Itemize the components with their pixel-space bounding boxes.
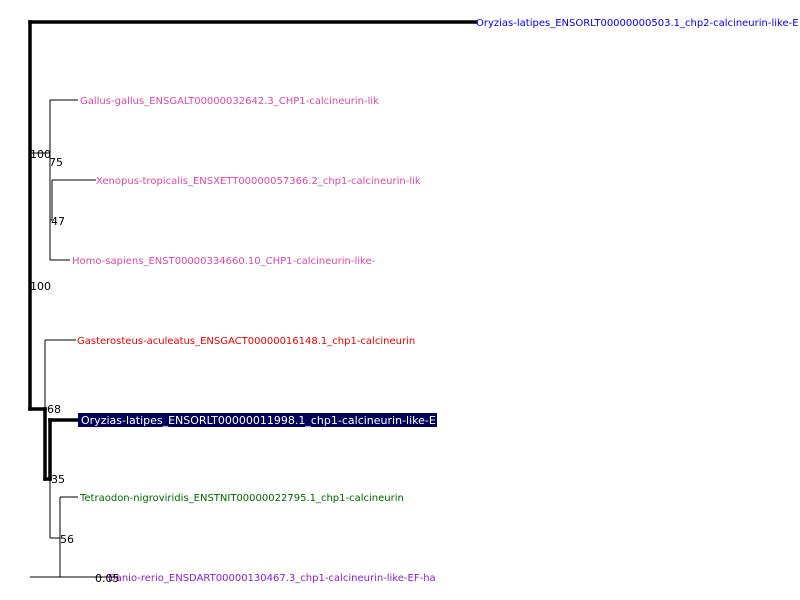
highlight-path — [28, 20, 478, 481]
leaf-oryzias-chp2[interactable]: Oryzias-latipes_ENSORLT00000000503.1_chp… — [476, 18, 799, 29]
leaf-homo[interactable]: Homo-sapiens_ENST00000334660.10_CHP1-cal… — [72, 256, 376, 267]
bootstrap-fish: 68 — [47, 403, 61, 416]
bootstrap-xenopus-homo: 47 — [51, 215, 65, 228]
leaf-tetraodon[interactable]: Tetraodon-nigroviridis_ENSTNIT0000002279… — [79, 493, 404, 504]
scale-label: 0.05 — [95, 572, 120, 585]
leaf-gasterosteus[interactable]: Gasterosteus-aculeatus_ENSGACT0000001614… — [77, 336, 415, 347]
leaf-oryzias-chp1-selected[interactable]: Oryzias-latipes_ENSORLT00000011998.1_chp… — [81, 414, 436, 427]
phylogenetic-tree: 100 75 47 100 68 35 56 Oryzias-latipes_E… — [28, 18, 799, 585]
bootstrap-tetraodon-danio: 56 — [60, 533, 74, 546]
bootstrap-tetrapods: 100 — [30, 280, 51, 293]
leaf-xenopus[interactable]: Xenopus-tropicalis_ENSXETT00000057366.2_… — [96, 176, 421, 187]
bootstrap-root: 100 — [30, 148, 51, 161]
leaf-gallus[interactable]: Gallus-gallus_ENSGALT00000032642.3_CHP1-… — [80, 96, 379, 107]
bootstrap-xenopus-gallus: 75 — [49, 156, 63, 169]
leaf-labels: Oryzias-latipes_ENSORLT00000000503.1_chp… — [72, 18, 799, 584]
bootstrap-oryzias-tetraodon: 35 — [51, 473, 65, 486]
leaf-danio[interactable]: Danio-rerio_ENSDART00000130467.3_chp1-ca… — [108, 573, 436, 584]
